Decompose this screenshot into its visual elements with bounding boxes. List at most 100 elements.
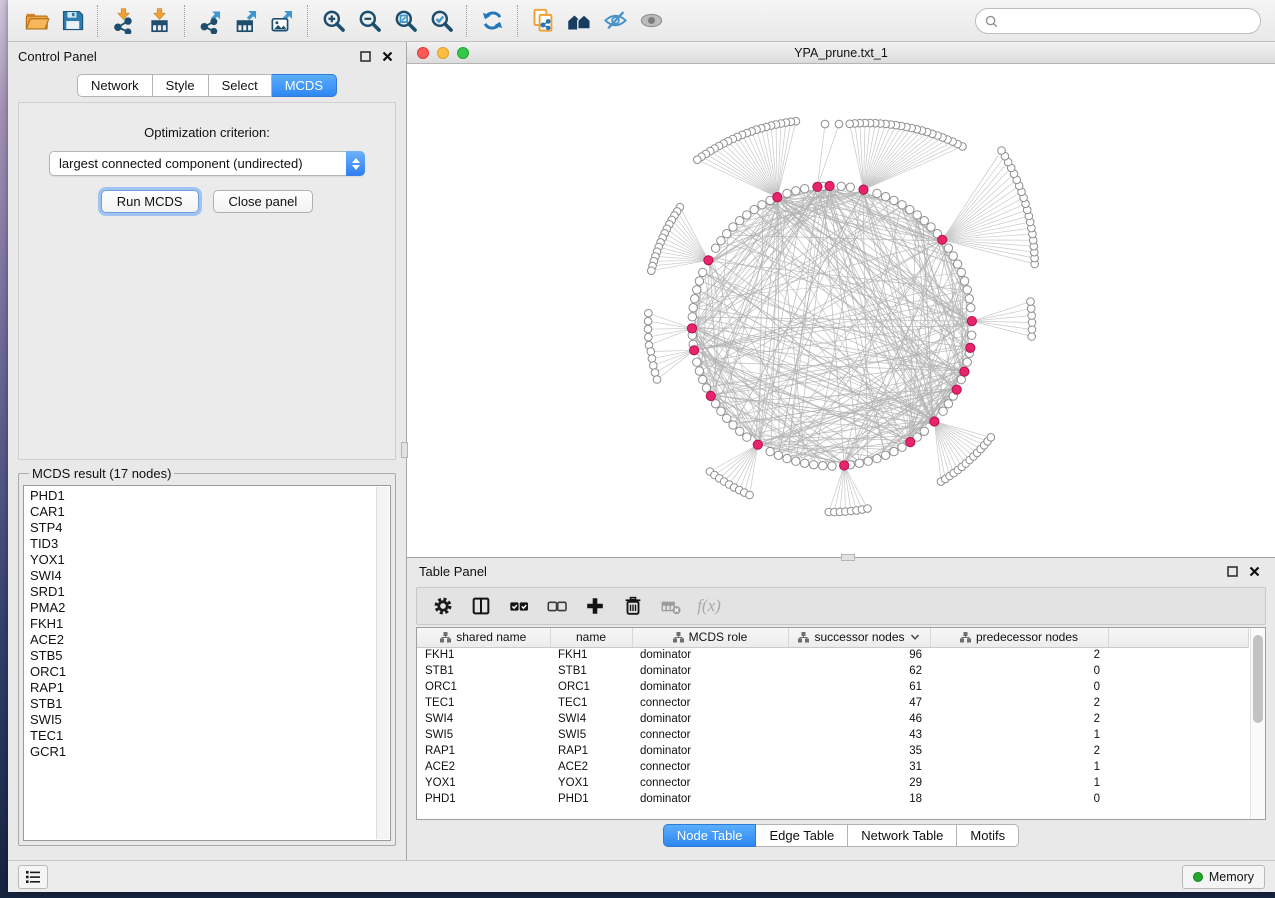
tab-mcds[interactable]: MCDS [272, 74, 337, 97]
network-leaf-node[interactable] [645, 333, 653, 341]
table-row[interactable]: TEC1TEC1connector472 [417, 695, 1249, 711]
network-hub-node[interactable] [825, 181, 834, 190]
mcds-result-item[interactable]: PHD1 [30, 488, 390, 504]
network-node[interactable] [801, 459, 809, 467]
network-leaf-node[interactable] [1027, 298, 1035, 306]
network-node[interactable] [913, 211, 921, 219]
zoom-out-button[interactable] [351, 4, 387, 38]
save-session-button[interactable] [54, 4, 90, 38]
network-node[interactable] [729, 421, 737, 429]
network-hub-node[interactable] [690, 346, 699, 355]
column-header-successor-nodes[interactable]: successor nodes [788, 628, 930, 647]
network-node[interactable] [898, 443, 906, 451]
network-node[interactable] [695, 277, 703, 285]
network-node[interactable] [693, 286, 701, 294]
deselect-all-button[interactable] [541, 591, 573, 621]
hide-selected-button[interactable] [597, 4, 633, 38]
float-panel-button[interactable] [356, 47, 374, 65]
export-image-button[interactable] [264, 4, 300, 38]
table-row[interactable]: STB1STB1dominator620 [417, 663, 1249, 679]
network-node[interactable] [965, 295, 973, 303]
mcds-result-item[interactable]: ACE2 [30, 632, 390, 648]
table-settings-button[interactable] [427, 591, 459, 621]
table-row[interactable]: ORC1ORC1dominator610 [417, 679, 1249, 695]
mcds-result-item[interactable]: ORC1 [30, 664, 390, 680]
close-panel-action-button[interactable]: Close panel [213, 190, 314, 213]
table-row[interactable]: RAP1RAP1dominator352 [417, 743, 1249, 759]
table-scrollbar-thumb[interactable] [1253, 635, 1263, 723]
network-leaf-node[interactable] [648, 355, 656, 363]
tab-style[interactable]: Style [153, 74, 209, 97]
network-leaf-node[interactable] [1027, 305, 1035, 313]
network-node[interactable] [723, 230, 731, 238]
search-input[interactable] [999, 14, 1260, 28]
show-panels-button[interactable] [18, 865, 48, 889]
first-neighbors-button[interactable] [561, 4, 597, 38]
network-node[interactable] [723, 414, 731, 422]
network-node[interactable] [688, 313, 696, 321]
network-node[interactable] [699, 375, 707, 383]
network-node[interactable] [695, 367, 703, 375]
mcds-result-item[interactable]: PMA2 [30, 600, 390, 616]
network-hub-node[interactable] [773, 193, 782, 202]
network-node[interactable] [873, 454, 881, 462]
network-node[interactable] [743, 211, 751, 219]
mcds-result-item[interactable]: STB5 [30, 648, 390, 664]
network-node[interactable] [699, 268, 707, 276]
network-hub-node[interactable] [840, 461, 849, 470]
network-node[interactable] [711, 244, 719, 252]
network-leaf-node[interactable] [864, 505, 872, 513]
network-leaf-node[interactable] [1028, 333, 1036, 341]
close-table-panel-button[interactable] [1245, 563, 1263, 581]
select-all-button[interactable] [503, 591, 535, 621]
network-node[interactable] [846, 183, 854, 191]
function-builder-button[interactable]: f(x) [693, 591, 725, 621]
network-node[interactable] [792, 187, 800, 195]
network-node[interactable] [960, 277, 968, 285]
close-panel-button[interactable] [378, 47, 396, 65]
split-handle-horizontal[interactable] [841, 554, 855, 561]
network-node[interactable] [855, 459, 863, 467]
network-hub-node[interactable] [966, 343, 975, 352]
network-node[interactable] [920, 217, 928, 225]
network-node[interactable] [689, 304, 697, 312]
network-node[interactable] [729, 223, 737, 231]
network-node[interactable] [783, 454, 791, 462]
tab-node-table[interactable]: Node Table [663, 824, 757, 847]
network-node[interactable] [743, 433, 751, 441]
network-hub-node[interactable] [906, 438, 915, 447]
mcds-result-item[interactable]: FKH1 [30, 616, 390, 632]
table-row[interactable]: SWI4SWI4dominator462 [417, 711, 1249, 727]
show-all-button[interactable] [633, 4, 669, 38]
delete-table-button[interactable] [655, 591, 687, 621]
network-node[interactable] [792, 457, 800, 465]
network-leaf-node[interactable] [1028, 326, 1036, 334]
export-network-button[interactable] [192, 4, 228, 38]
network-node[interactable] [717, 407, 725, 415]
network-node[interactable] [944, 400, 952, 408]
network-node[interactable] [953, 260, 961, 268]
network-node[interactable] [702, 384, 710, 392]
memory-button[interactable]: Memory [1182, 865, 1265, 889]
network-leaf-node[interactable] [653, 376, 661, 384]
tab-network[interactable]: Network [77, 74, 153, 97]
network-leaf-node[interactable] [987, 434, 995, 442]
network-leaf-node[interactable] [647, 348, 655, 356]
tab-edge-table[interactable]: Edge Table [756, 824, 848, 847]
network-node[interactable] [920, 427, 928, 435]
network-node[interactable] [711, 400, 719, 408]
network-node[interactable] [906, 205, 914, 213]
run-mcds-button[interactable]: Run MCDS [101, 190, 199, 213]
network-leaf-node[interactable] [998, 147, 1006, 155]
network-node[interactable] [890, 447, 898, 455]
mcds-result-item[interactable]: STP4 [30, 520, 390, 536]
network-hub-node[interactable] [753, 440, 762, 449]
mcds-result-item[interactable]: STB1 [30, 696, 390, 712]
network-node[interactable] [963, 358, 971, 366]
network-hub-node[interactable] [706, 391, 715, 400]
network-node[interactable] [881, 193, 889, 201]
network-node[interactable] [819, 462, 827, 470]
export-table-button[interactable] [228, 4, 264, 38]
table-scrollbar[interactable] [1250, 628, 1265, 819]
search-field[interactable] [975, 8, 1261, 34]
